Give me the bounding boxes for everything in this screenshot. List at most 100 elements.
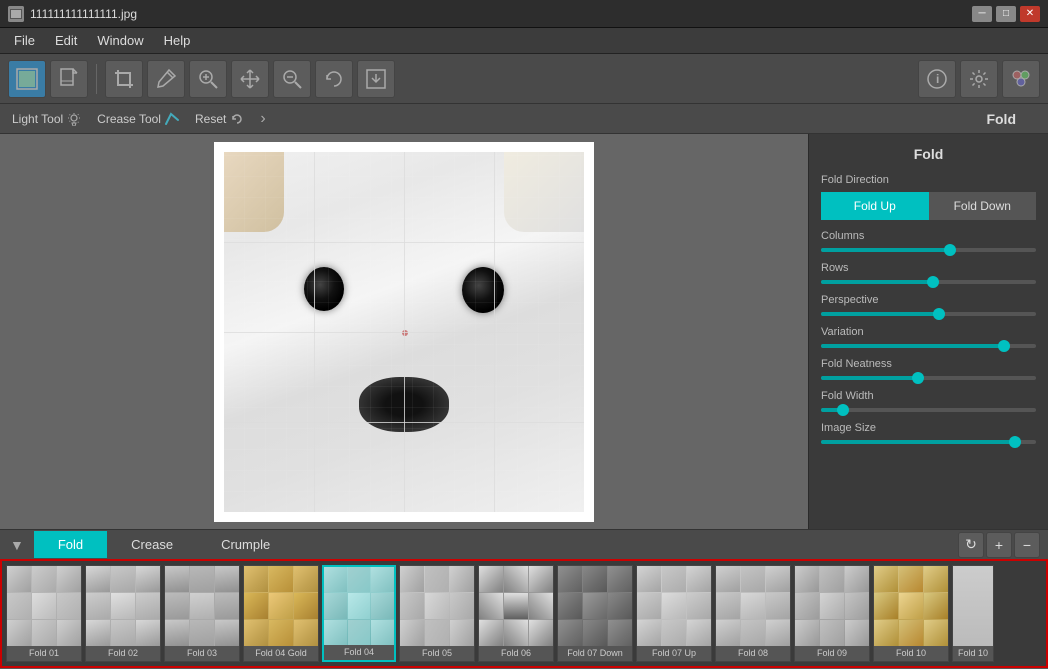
window-controls: ─ □ ✕ (972, 6, 1040, 22)
bottom-tabs: ▼ Fold Crease Crumple ↻ + − (0, 529, 1048, 559)
tab-controls: ↻ + − (958, 532, 1048, 558)
image-canvas[interactable] (224, 152, 584, 512)
preset-12-label: Fold 10 (896, 646, 926, 660)
document-tool-button[interactable] (50, 60, 88, 98)
maximize-button[interactable]: □ (996, 6, 1016, 22)
preset-2-thumb (86, 566, 160, 646)
add-preset-button[interactable]: + (986, 532, 1012, 558)
fold-preset-6[interactable]: Fold 05 (399, 565, 475, 662)
tab-crumple[interactable]: Crumple (197, 531, 294, 558)
preset-5-thumb (324, 567, 394, 645)
fold-neatness-label: Fold Neatness (821, 358, 1036, 370)
fold-preset-10[interactable]: Fold 08 (715, 565, 791, 662)
effects-button[interactable] (1002, 60, 1040, 98)
rotate-tool-button[interactable] (315, 60, 353, 98)
preset-8-thumb (558, 566, 632, 646)
preset-10-thumb (716, 566, 790, 646)
ear-left (224, 152, 284, 232)
menu-file[interactable]: File (4, 30, 45, 51)
export-tool-button[interactable] (357, 60, 395, 98)
variation-thumb[interactable] (998, 340, 1010, 352)
nav-chevron[interactable]: › (260, 110, 265, 128)
secondary-toolbar: Light Tool Crease Tool Reset › Fold (0, 104, 1048, 134)
image-size-label: Image Size (821, 422, 1036, 434)
info-button[interactable]: i (918, 60, 956, 98)
fold-preset-4[interactable]: Fold 04 Gold (243, 565, 319, 662)
app-icon (8, 6, 24, 22)
preset-11-thumb (795, 566, 869, 646)
minimize-button[interactable]: ─ (972, 6, 992, 22)
preset-13-label: Fold 10 (958, 646, 988, 660)
fold-preset-1[interactable]: Fold 01 (6, 565, 82, 662)
move-tool-button[interactable] (231, 60, 269, 98)
perspective-track (821, 312, 1036, 316)
brush-tool-button[interactable] (147, 60, 185, 98)
svg-text:i: i (936, 72, 939, 86)
canvas-background (214, 142, 594, 522)
settings-button[interactable] (960, 60, 998, 98)
canvas-area (0, 134, 808, 529)
perspective-fill (821, 312, 939, 316)
fold-up-button[interactable]: Fold Up (821, 192, 929, 220)
rows-thumb[interactable] (927, 276, 939, 288)
preset-11-label: Fold 09 (817, 646, 847, 660)
perspective-label: Perspective (821, 294, 1036, 306)
menu-edit[interactable]: Edit (45, 30, 87, 51)
close-button[interactable]: ✕ (1020, 6, 1040, 22)
zoom-out-button[interactable] (273, 60, 311, 98)
fold-neatness-fill (821, 376, 918, 380)
fold-preset-9[interactable]: Fold 07 Up (636, 565, 712, 662)
fold-neatness-slider-container: Fold Neatness (821, 358, 1036, 380)
main-toolbar: i (0, 54, 1048, 104)
reset-label[interactable]: Reset (195, 112, 244, 126)
columns-track (821, 248, 1036, 252)
toolbar-separator-1 (96, 64, 97, 94)
ear-right (504, 152, 584, 232)
image-tool-button[interactable] (8, 60, 46, 98)
fold-preset-11[interactable]: Fold 09 (794, 565, 870, 662)
eye-right (462, 267, 504, 313)
menu-window[interactable]: Window (87, 30, 153, 51)
preset-12-thumb (874, 566, 948, 646)
preset-4-label: Fold 04 Gold (255, 646, 307, 660)
preset-8-label: Fold 07 Down (567, 646, 623, 660)
menu-bar: File Edit Window Help (0, 28, 1048, 54)
fold-neatness-track (821, 376, 1036, 380)
variation-label: Variation (821, 326, 1036, 338)
fold-width-thumb[interactable] (837, 404, 849, 416)
tab-fold[interactable]: Fold (34, 531, 107, 558)
panel-title: Fold (821, 146, 1036, 162)
fold-preset-12[interactable]: Fold 10 (873, 565, 949, 662)
perspective-thumb[interactable] (933, 308, 945, 320)
variation-track (821, 344, 1036, 348)
fold-width-track (821, 408, 1036, 412)
fold-preset-13[interactable]: Fold 10 (952, 565, 994, 662)
perspective-slider-container: Perspective (821, 294, 1036, 316)
fold-preset-2[interactable]: Fold 02 (85, 565, 161, 662)
fold-preset-8[interactable]: Fold 07 Down (557, 565, 633, 662)
variation-slider-container: Variation (821, 326, 1036, 348)
tab-crease[interactable]: Crease (107, 531, 197, 558)
preset-7-label: Fold 06 (501, 646, 531, 660)
eye-left (304, 267, 344, 311)
rows-slider-container: Rows (821, 262, 1036, 284)
preset-6-thumb (400, 566, 474, 646)
remove-preset-button[interactable]: − (1014, 532, 1040, 558)
dog-image (224, 152, 584, 512)
image-size-thumb[interactable] (1009, 436, 1021, 448)
preset-10-label: Fold 08 (738, 646, 768, 660)
fold-preset-7[interactable]: Fold 06 (478, 565, 554, 662)
fold-preset-3[interactable]: Fold 03 (164, 565, 240, 662)
fold-neatness-thumb[interactable] (912, 372, 924, 384)
fold-down-button[interactable]: Fold Down (929, 192, 1037, 220)
columns-label: Columns (821, 230, 1036, 242)
menu-help[interactable]: Help (154, 30, 201, 51)
crop-tool-button[interactable] (105, 60, 143, 98)
reload-preset-button[interactable]: ↻ (958, 532, 984, 558)
collapse-button[interactable]: ▼ (0, 537, 34, 553)
zoom-in-button[interactable] (189, 60, 227, 98)
fold-preset-5[interactable]: Fold 04 (322, 565, 396, 662)
columns-thumb[interactable] (944, 244, 956, 256)
rows-label: Rows (821, 262, 1036, 274)
nose (359, 377, 449, 432)
